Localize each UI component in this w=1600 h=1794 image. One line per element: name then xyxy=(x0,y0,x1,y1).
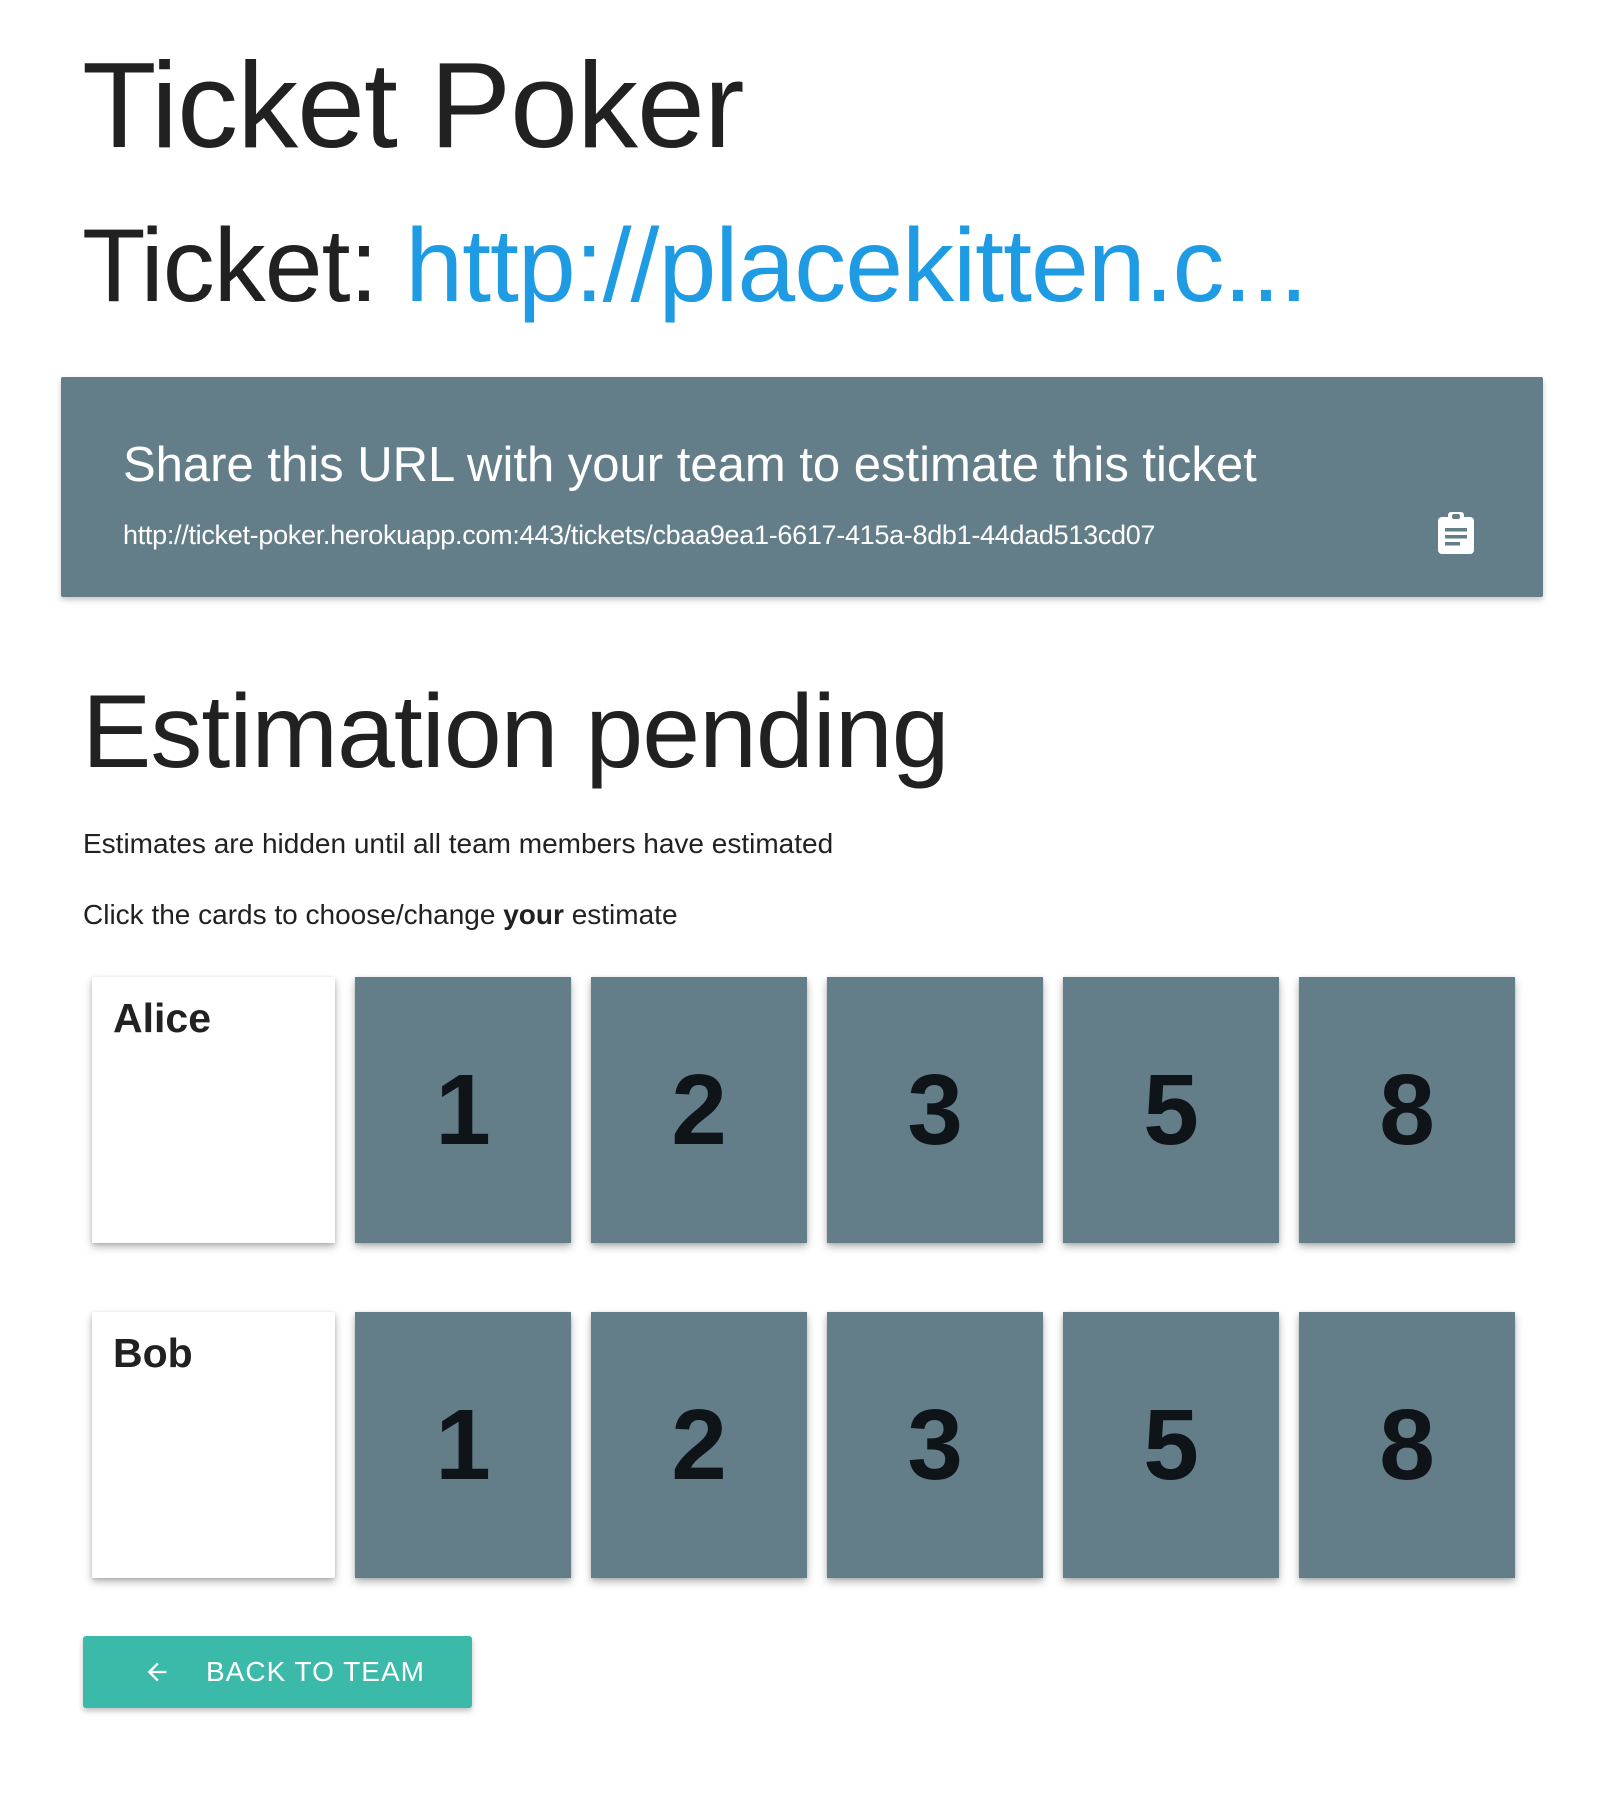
instruction-suffix: estimate xyxy=(563,899,678,930)
estimation-status: Estimation pending xyxy=(82,674,950,790)
member-name-card: Bob xyxy=(92,1312,335,1578)
instruction-prefix: Click the cards to choose/change xyxy=(83,899,504,930)
estimate-card[interactable]: 5 xyxy=(1063,977,1279,1243)
ticket-prefix: Ticket: xyxy=(82,208,406,324)
back-to-team-button[interactable]: BACK TO TEAM xyxy=(83,1636,472,1708)
clipboard-icon xyxy=(1438,512,1474,554)
member-row-bob: Bob 1 2 3 5 8 xyxy=(92,1312,1515,1578)
estimate-card-value: 5 xyxy=(1143,1389,1199,1501)
share-url[interactable]: http://ticket-poker.herokuapp.com:443/ti… xyxy=(123,517,1155,553)
member-name: Bob xyxy=(113,1330,193,1376)
share-title: Share this URL with your team to estimat… xyxy=(123,438,1257,492)
estimate-instruction: Click the cards to choose/change your es… xyxy=(83,897,678,933)
back-to-team-label: BACK TO TEAM xyxy=(206,1656,425,1687)
copy-url-button[interactable] xyxy=(1435,511,1477,555)
arrow-left-icon xyxy=(147,1662,167,1682)
hidden-estimates-note: Estimates are hidden until all team memb… xyxy=(83,828,834,859)
estimate-card-value: 3 xyxy=(907,1054,963,1166)
estimate-card[interactable]: 5 xyxy=(1063,1312,1279,1578)
app-title: Ticket Poker xyxy=(82,37,744,173)
estimate-card[interactable]: 1 xyxy=(355,977,571,1243)
estimate-card-value: 2 xyxy=(671,1054,727,1166)
estimate-card-value: 5 xyxy=(1143,1054,1199,1166)
ticket-page: Ticket Poker Ticket: http://placekitten.… xyxy=(0,0,1600,1794)
estimate-card[interactable]: 8 xyxy=(1299,977,1515,1243)
estimate-card-value: 3 xyxy=(907,1389,963,1501)
member-name: Alice xyxy=(113,995,211,1041)
instruction-bold: your xyxy=(503,899,564,930)
ticket-heading: Ticket: http://placekitten.c... xyxy=(82,206,1308,326)
estimate-card[interactable]: 3 xyxy=(827,977,1043,1243)
estimate-card[interactable]: 3 xyxy=(827,1312,1043,1578)
member-name-card: Alice xyxy=(92,977,335,1243)
estimate-card[interactable]: 2 xyxy=(591,977,807,1243)
ticket-link[interactable]: http://placekitten.c... xyxy=(405,208,1308,324)
estimate-card[interactable]: 2 xyxy=(591,1312,807,1578)
estimate-card-value: 1 xyxy=(435,1389,491,1501)
estimate-card[interactable]: 8 xyxy=(1299,1312,1515,1578)
estimate-card[interactable]: 1 xyxy=(355,1312,571,1578)
estimate-card-value: 8 xyxy=(1379,1389,1435,1501)
estimate-card-value: 2 xyxy=(671,1389,727,1501)
estimate-card-value: 8 xyxy=(1379,1054,1435,1166)
share-panel: Share this URL with your team to estimat… xyxy=(61,377,1543,597)
member-row-alice: Alice 1 2 3 5 8 xyxy=(92,977,1515,1243)
estimate-card-value: 1 xyxy=(435,1054,491,1166)
